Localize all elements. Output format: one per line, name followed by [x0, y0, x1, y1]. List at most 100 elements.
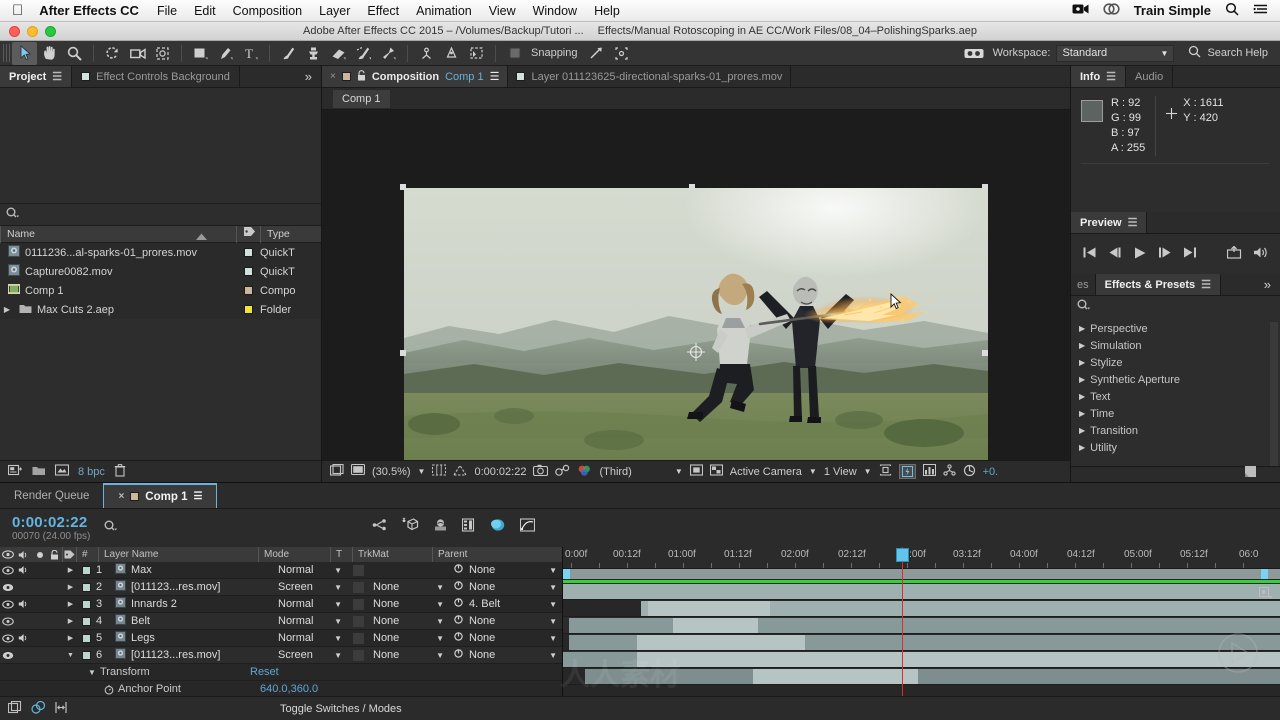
expand-triangle-icon[interactable]: ▶: [62, 583, 79, 591]
handle-mid-left[interactable]: [400, 350, 406, 356]
expand-triangle-icon[interactable]: ▶: [62, 634, 79, 642]
layer-color-swatch[interactable]: [79, 633, 93, 643]
panel-menu-icon[interactable]: ☰: [193, 491, 202, 502]
close-icon[interactable]: ×: [330, 71, 336, 82]
layer-segment-bar[interactable]: [673, 618, 758, 633]
next-frame-button[interactable]: [1158, 246, 1172, 262]
views-value[interactable]: 1 View: [824, 466, 857, 478]
os-menu-item-window[interactable]: Window: [533, 4, 577, 18]
layer-duration-bar[interactable]: [585, 669, 1280, 684]
parent-dropdown[interactable]: None ▼: [449, 631, 562, 645]
notification-center-icon[interactable]: [1253, 3, 1268, 18]
toggle-switches-modes-button[interactable]: Toggle Switches / Modes: [280, 703, 402, 715]
snap-target-icon[interactable]: [609, 42, 634, 65]
parent-pickwhip-icon[interactable]: [453, 597, 464, 611]
project-row[interactable]: ▶ Max Cuts 2.aep Folder: [0, 300, 321, 319]
project-row-tag[interactable]: [236, 248, 260, 257]
layer-mode-dropdown[interactable]: Normal ▼: [275, 598, 347, 610]
layer-index-header[interactable]: #: [76, 547, 98, 562]
layer-name-header[interactable]: Layer Name: [98, 547, 258, 562]
transform-reset-button[interactable]: Reset: [250, 666, 279, 678]
parent-pickwhip-icon[interactable]: [453, 631, 464, 645]
track-row[interactable]: [563, 634, 1280, 651]
layer-duration-bar[interactable]: [563, 584, 1280, 599]
tab-effects-presets[interactable]: Effects & Presets ☰: [1095, 274, 1221, 295]
tab-effect-controls[interactable]: Effect Controls Background: [72, 66, 240, 87]
project-row[interactable]: 0111236...al-sparks-01_prores.mov QuickT: [0, 243, 321, 262]
new-folder-icon[interactable]: [32, 465, 46, 479]
rotation-tool-icon[interactable]: [100, 42, 125, 65]
trash-icon[interactable]: [114, 463, 126, 480]
layer-color-swatch[interactable]: [79, 582, 93, 592]
layer-name-cell[interactable]: Max: [115, 563, 275, 577]
video-toggle[interactable]: [0, 583, 16, 592]
motion-blur-icon[interactable]: [490, 518, 506, 535]
expand-triangle-icon[interactable]: ▶: [62, 600, 79, 608]
magnification-value[interactable]: (30.5%): [372, 466, 411, 478]
video-toggle[interactable]: [0, 616, 16, 626]
timeline-ruler[interactable]: 0:00f 00:12f 01:00f 01:12f 02:00f 02:12f…: [563, 547, 1280, 569]
layer-color-swatch[interactable]: [79, 599, 93, 609]
project-row[interactable]: Comp 1 Compo: [0, 281, 321, 300]
screen-record-icon[interactable]: [1072, 3, 1089, 18]
timeline-layer-row[interactable]: ▶ 2 [011123...res.mov] Screen ▼ None ▼ Non…: [0, 579, 562, 596]
audio-toggle[interactable]: [16, 599, 32, 609]
puppet-pin-tool-icon[interactable]: [376, 42, 401, 65]
layer-segment-bar[interactable]: [648, 601, 770, 616]
track-matte-dropdown[interactable]: None ▼: [369, 581, 449, 593]
hand-tool-icon[interactable]: [37, 42, 62, 65]
timeline-layer-row[interactable]: ▶ 4 Belt Normal ▼ None ▼ None ▼: [0, 613, 562, 630]
layer-mode-dropdown[interactable]: Normal ▼: [275, 632, 347, 644]
expand-triangle-icon[interactable]: ▶: [0, 305, 14, 314]
audio-toggle[interactable]: [16, 633, 32, 643]
panel-menu-icon[interactable]: ☰: [1128, 216, 1138, 229]
show-snapshot-icon[interactable]: [555, 464, 570, 479]
video-toggle[interactable]: [0, 565, 16, 575]
resolution-dropdown-icon[interactable]: ▼: [675, 467, 683, 476]
show-channel-icon[interactable]: [577, 464, 592, 479]
workspace-dropdown[interactable]: Standard ▼: [1056, 44, 1175, 62]
work-area-start-handle[interactable]: [563, 569, 570, 579]
layer-mode-dropdown[interactable]: Normal ▼: [275, 615, 347, 627]
sub-tab-comp1[interactable]: Comp 1: [332, 88, 391, 109]
previous-frame-button[interactable]: [1108, 246, 1122, 262]
toggle-view-masks-icon[interactable]: [329, 463, 344, 480]
parent-pickwhip-icon[interactable]: [453, 580, 464, 594]
video-toggle[interactable]: [0, 651, 16, 660]
parent-dropdown[interactable]: 4. Belt ▼: [449, 597, 562, 611]
composition-viewer[interactable]: [322, 110, 1070, 520]
transparency-grid-icon[interactable]: [709, 464, 723, 479]
current-time-indicator-head[interactable]: [896, 548, 909, 562]
mask-selection-icon[interactable]: [464, 42, 489, 65]
layer-mode-dropdown[interactable]: Normal ▼: [275, 564, 347, 576]
stretch-icon[interactable]: [54, 701, 68, 717]
graph-editor-icon[interactable]: [519, 517, 536, 535]
stopwatch-icon[interactable]: [100, 684, 118, 695]
selection-tool-icon[interactable]: [12, 41, 37, 65]
handle-mid-right[interactable]: [982, 350, 988, 356]
parent-pickwhip-icon[interactable]: [453, 563, 464, 577]
timeline-search-input[interactable]: [104, 520, 354, 537]
timeline-track-area[interactable]: 0:00f 00:12f 01:00f 01:12f 02:00f 02:12f…: [563, 547, 1280, 719]
roto-brush-tool-icon[interactable]: [351, 42, 376, 65]
last-frame-button[interactable]: [1183, 246, 1197, 262]
snapping-checkbox[interactable]: [502, 42, 527, 65]
trkmat-header[interactable]: TrkMat: [352, 547, 432, 562]
workspace-preview-icon[interactable]: [962, 42, 987, 65]
panel-menu-icon[interactable]: ☰: [1201, 278, 1211, 291]
effects-category-synthetic-aperture[interactable]: ▶ Synthetic Aperture: [1071, 371, 1280, 388]
transfer-controls-icon[interactable]: [31, 700, 46, 717]
apple-icon[interactable]: : [12, 3, 23, 18]
column-name[interactable]: Name: [0, 225, 236, 243]
layer-name-cell[interactable]: Legs: [115, 631, 275, 645]
project-row-tag[interactable]: [236, 286, 260, 295]
play-button[interactable]: [1133, 246, 1147, 263]
pixel-aspect-correction-icon[interactable]: [879, 464, 892, 479]
timeline-current-time[interactable]: 0:00:02:22: [0, 515, 90, 530]
parent-pickwhip-icon[interactable]: [453, 614, 464, 628]
effects-category-time[interactable]: ▶ Time: [1071, 405, 1280, 422]
layer-name-cell[interactable]: Innards 2: [115, 597, 275, 611]
frame-blending-icon[interactable]: [461, 517, 476, 535]
tab-preview[interactable]: Preview ☰: [1071, 212, 1148, 233]
preserve-transparency-toggle[interactable]: [347, 598, 369, 610]
